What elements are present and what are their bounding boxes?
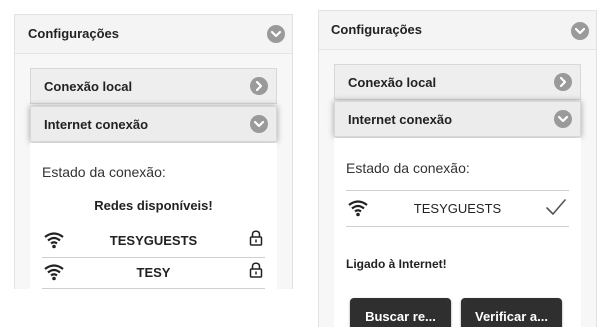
accordion-internet-connection[interactable]: Internet conexão (30, 106, 277, 142)
network-name: TESY (136, 265, 171, 280)
settings-panel-left: Configurações Conexão local Internet con… (14, 14, 293, 289)
chevron-down-icon[interactable] (250, 115, 268, 133)
chevron-right-icon[interactable] (554, 73, 572, 91)
available-networks-title: Redes disponíveis! (94, 198, 213, 213)
checkmark-icon (545, 197, 567, 222)
chevron-down-icon[interactable] (571, 22, 589, 40)
chevron-down-icon[interactable] (267, 25, 285, 43)
local-connection-label: Conexão local (44, 79, 133, 94)
settings-header[interactable]: Configurações (319, 11, 596, 50)
divider (346, 226, 569, 227)
local-connection-label: Conexão local (348, 75, 437, 90)
internet-connection-label: Internet conexão (348, 112, 453, 127)
connected-network-row[interactable]: TESYGUESTS (346, 196, 569, 222)
network-name: TESYGUESTS (109, 233, 198, 248)
connected-message: Ligado à Internet! (346, 257, 447, 271)
network-row[interactable]: TESYGUESTS (42, 228, 265, 254)
chevron-down-icon[interactable] (554, 110, 572, 128)
divider (42, 288, 265, 289)
settings-title: Configurações (331, 22, 423, 37)
lock-icon (249, 262, 263, 283)
settings-header[interactable]: Configurações (15, 15, 292, 54)
settings-title: Configurações (28, 26, 120, 41)
internet-connection-content: Estado da conexão: TESYGUESTS Ligado à I… (334, 138, 581, 327)
chevron-right-icon[interactable] (250, 77, 268, 95)
connection-status-label: Estado da conexão: (346, 160, 470, 176)
accordion-local-connection[interactable]: Conexão local (334, 64, 581, 100)
verify-connection-button[interactable]: Verificar a... (461, 298, 562, 327)
accordion-internet-connection[interactable]: Internet conexão (334, 101, 581, 137)
divider (346, 190, 569, 191)
internet-connection-label: Internet conexão (44, 117, 149, 132)
accordion-local-connection[interactable]: Conexão local (30, 68, 277, 104)
internet-connection-content: Estado da conexão: Redes disponíveis! TE… (30, 143, 277, 289)
network-name: TESYGUESTS (413, 201, 502, 216)
connection-status-label: Estado da conexão: (42, 164, 166, 180)
settings-panel-right: Configurações Conexão local Internet con… (318, 10, 597, 327)
lock-icon (249, 230, 263, 251)
network-row[interactable]: TESY (42, 260, 265, 286)
divider (42, 257, 265, 258)
search-networks-button[interactable]: Buscar re... (350, 298, 451, 327)
